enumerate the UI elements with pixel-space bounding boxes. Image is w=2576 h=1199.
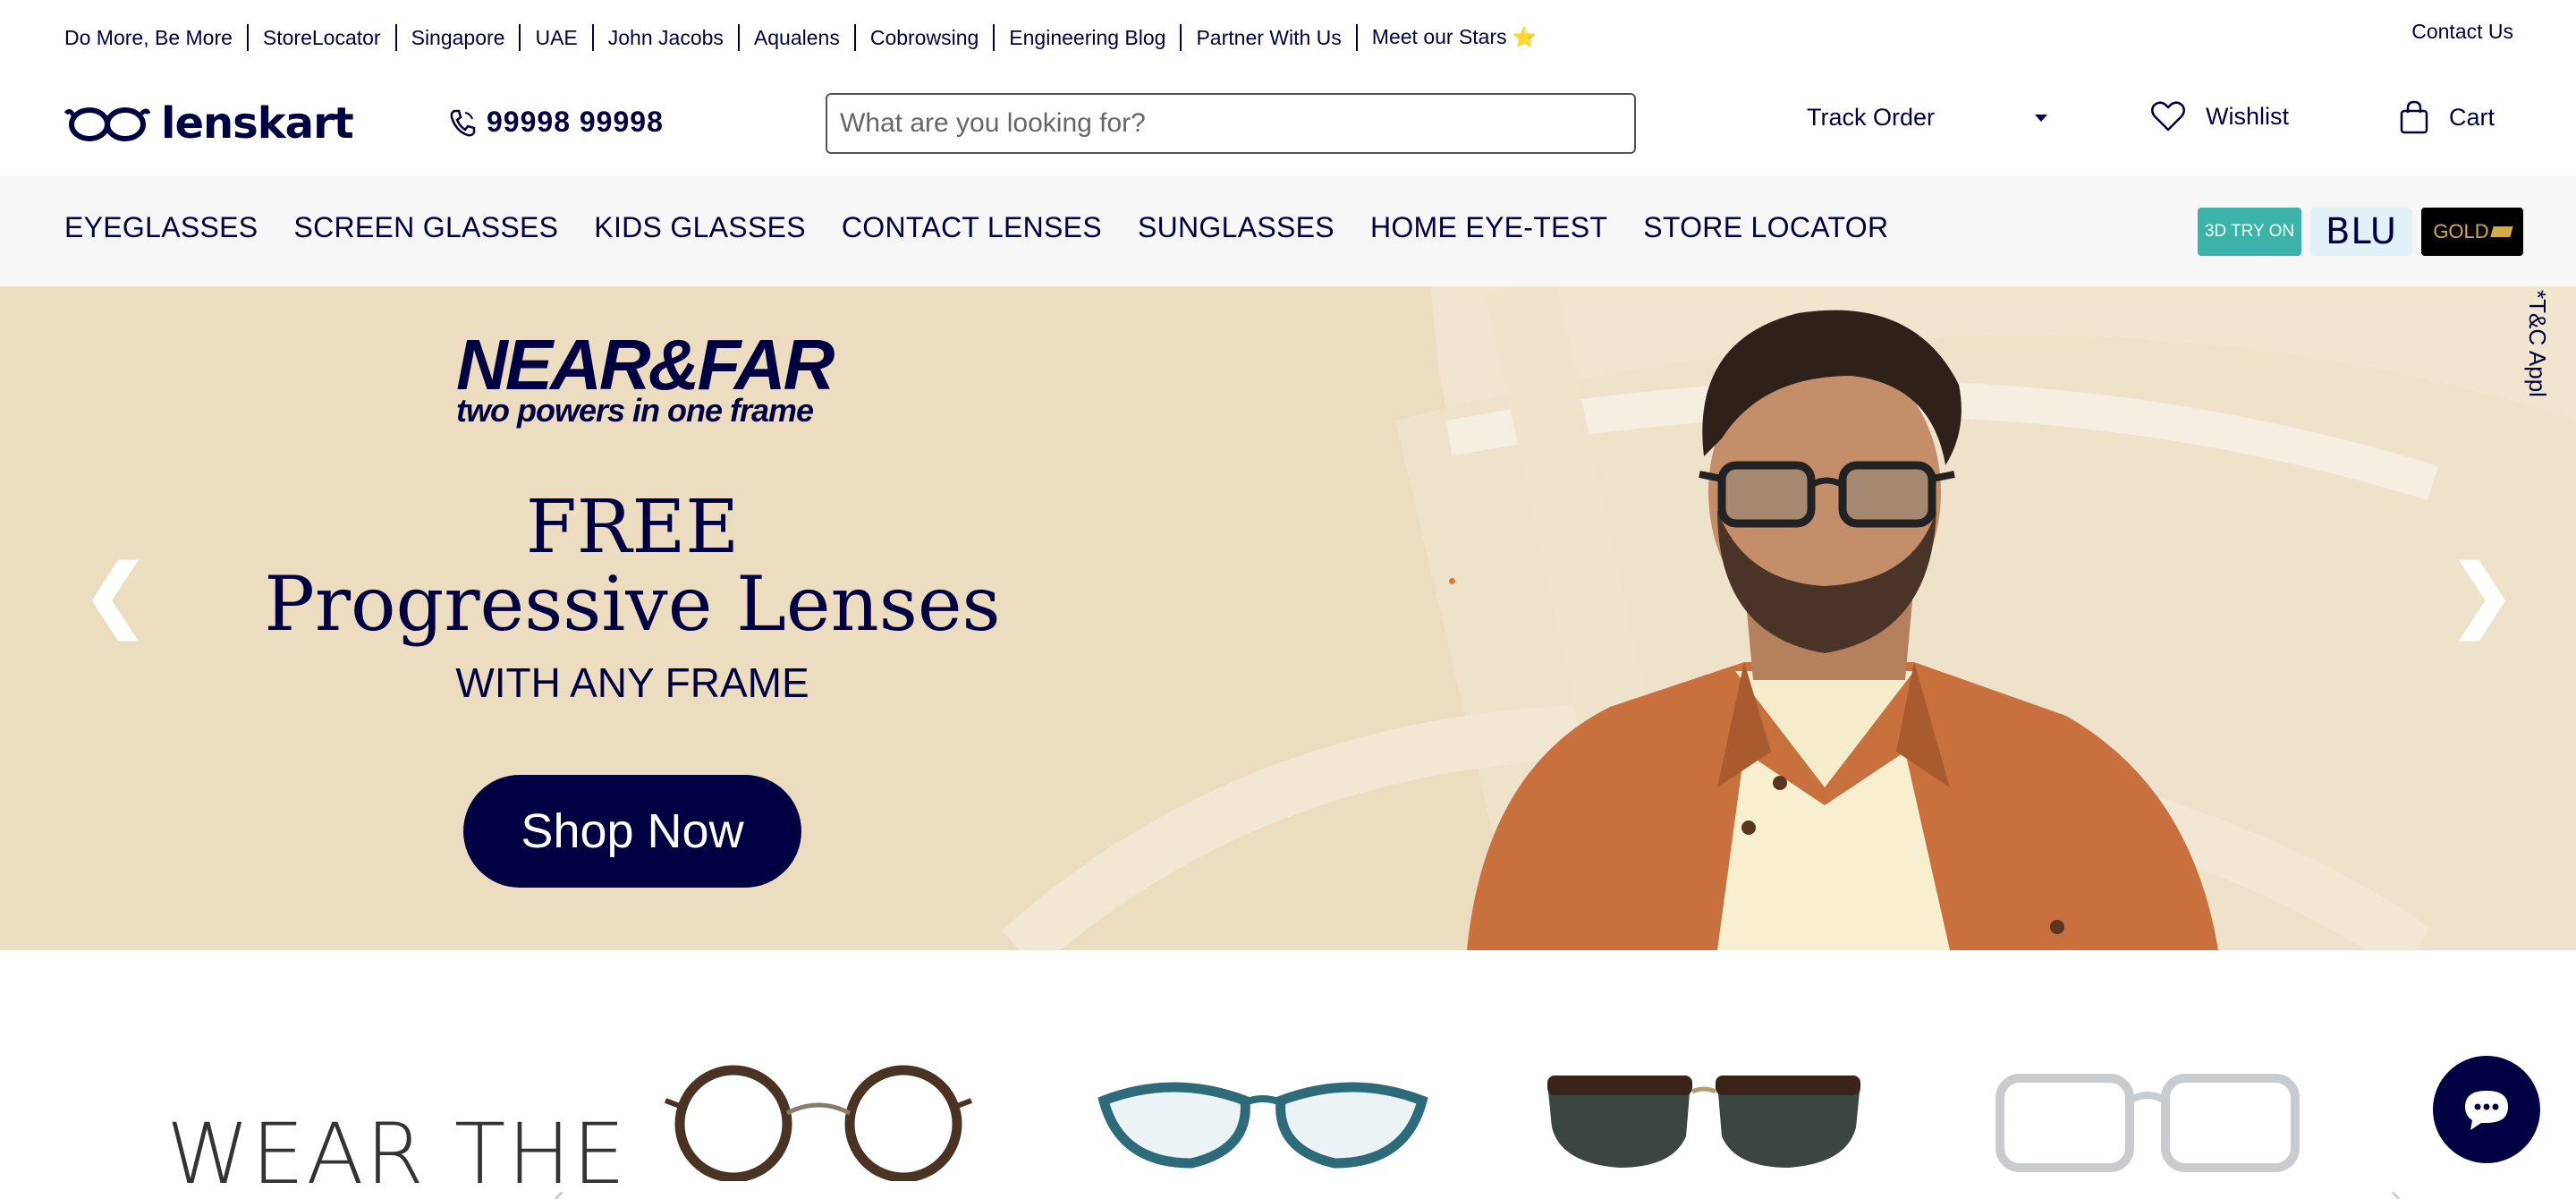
chat-button[interactable] [2433,1056,2540,1163]
nav-eyeglasses[interactable]: EYEGLASSES [64,211,258,244]
hero-headline: Progressive Lenses [264,560,1001,648]
nav-home-eye-test[interactable]: HOME EYE-TEST [1370,211,1607,244]
contact-us-link[interactable]: Contact Us [2411,20,2513,44]
try-on-badge[interactable]: 3D TRY ON [2198,208,2301,256]
phone-icon [450,109,476,136]
hero-brand-tagline: two powers in one frame [456,392,814,429]
hero-headline-free: FREE [525,485,740,570]
carousel-dot [1449,578,1455,584]
top-link-partner[interactable]: Partner With Us [1182,23,1358,51]
nav-kids-glasses[interactable]: KIDS GLASSES [594,211,806,244]
heart-icon [2151,101,2185,132]
nav-contact-lenses[interactable]: CONTACT LENSES [842,211,1102,244]
chat-icon [2465,1091,2508,1130]
top-links: Do More, Be More StoreLocator Singapore … [64,23,1551,51]
category-nav: EYEGLASSES SCREEN GLASSES KIDS GLASSES C… [0,175,2576,286]
track-order-dropdown[interactable]: Track Order [1807,104,2048,132]
product-transparent-frame[interactable] [1991,1056,2304,1181]
track-order-label: Track Order [1807,104,1936,131]
cart-button[interactable]: Cart [2399,100,2495,134]
phone-contact[interactable]: 99998 99998 [449,106,664,139]
product-cateye-blue[interactable] [1093,1056,1433,1181]
blu-badge[interactable]: BLU [2310,208,2412,256]
wishlist-button[interactable]: Wishlist [2150,100,2289,132]
top-link-cobrowsing[interactable]: Cobrowsing [856,23,996,51]
top-link-engineering-blog[interactable]: Engineering Blog [995,23,1182,51]
gold-max-tag [2490,226,2513,237]
nav-screen-glasses[interactable]: SCREEN GLASSES [293,211,558,244]
feature-badges: 3D TRY ON BLU GOLD [2198,208,2523,256]
hero-banner[interactable]: NEAR&FAR two powers in one frame FREE Pr… [0,286,2576,950]
chevron-right-icon[interactable]: › [2390,1178,2402,1199]
star-icon: ⭐ [1512,26,1538,48]
nav-store-locator[interactable]: STORE LOCATOR [1643,211,1888,244]
terms-text: *T&C Appl [2524,290,2551,397]
top-link-meet-stars[interactable]: Meet our Stars ⭐ [1358,23,1551,51]
search-input[interactable] [826,93,1636,154]
nav-sunglasses[interactable]: SUNGLASSES [1138,211,1335,244]
top-link-meet-stars-label: Meet our Stars [1371,25,1507,48]
nav-items: EYEGLASSES SCREEN GLASSES KIDS GLASSES C… [64,211,1924,244]
product-round-tortoise[interactable] [662,1056,975,1181]
top-link-singapore[interactable]: Singapore [397,23,521,51]
top-link-john-jacobs[interactable]: John Jacobs [594,23,740,51]
lenskart-logo-icon [64,107,151,141]
shop-now-button[interactable]: Shop Now [463,775,801,888]
terms-note: *T&C Appl [2524,290,2555,415]
top-utility-bar: Do More, Be More StoreLocator Singapore … [0,0,2576,75]
logo[interactable]: lenskart [64,98,354,149]
hero-subheadline: WITH ANY FRAME [455,659,809,706]
chevron-left-icon[interactable]: ‹ [553,1178,564,1199]
bag-icon [2400,100,2428,134]
gold-badge[interactable]: GOLD [2421,208,2523,256]
top-link-do-more[interactable]: Do More, Be More [64,23,249,51]
caret-down-icon [2035,114,2048,122]
chevron-right-icon[interactable]: ❯ [2449,555,2515,634]
phone-number: 99998 99998 [487,106,664,138]
chevron-left-icon[interactable]: ❮ [82,555,148,634]
top-link-aqualens[interactable]: Aqualens [740,23,856,51]
header: lenskart 99998 99998 Track Order Wishlis… [0,75,2576,175]
top-link-uae[interactable]: UAE [521,23,594,51]
cart-label: Cart [2449,103,2496,131]
top-link-storelocator[interactable]: StoreLocator [249,23,397,51]
model-photo [1467,310,2218,950]
logo-text: lenskart [161,98,354,149]
product-clubmaster-sunglasses[interactable] [1538,1056,1869,1181]
wishlist-label: Wishlist [2206,102,2289,130]
gold-badge-label: GOLD [2433,220,2489,242]
